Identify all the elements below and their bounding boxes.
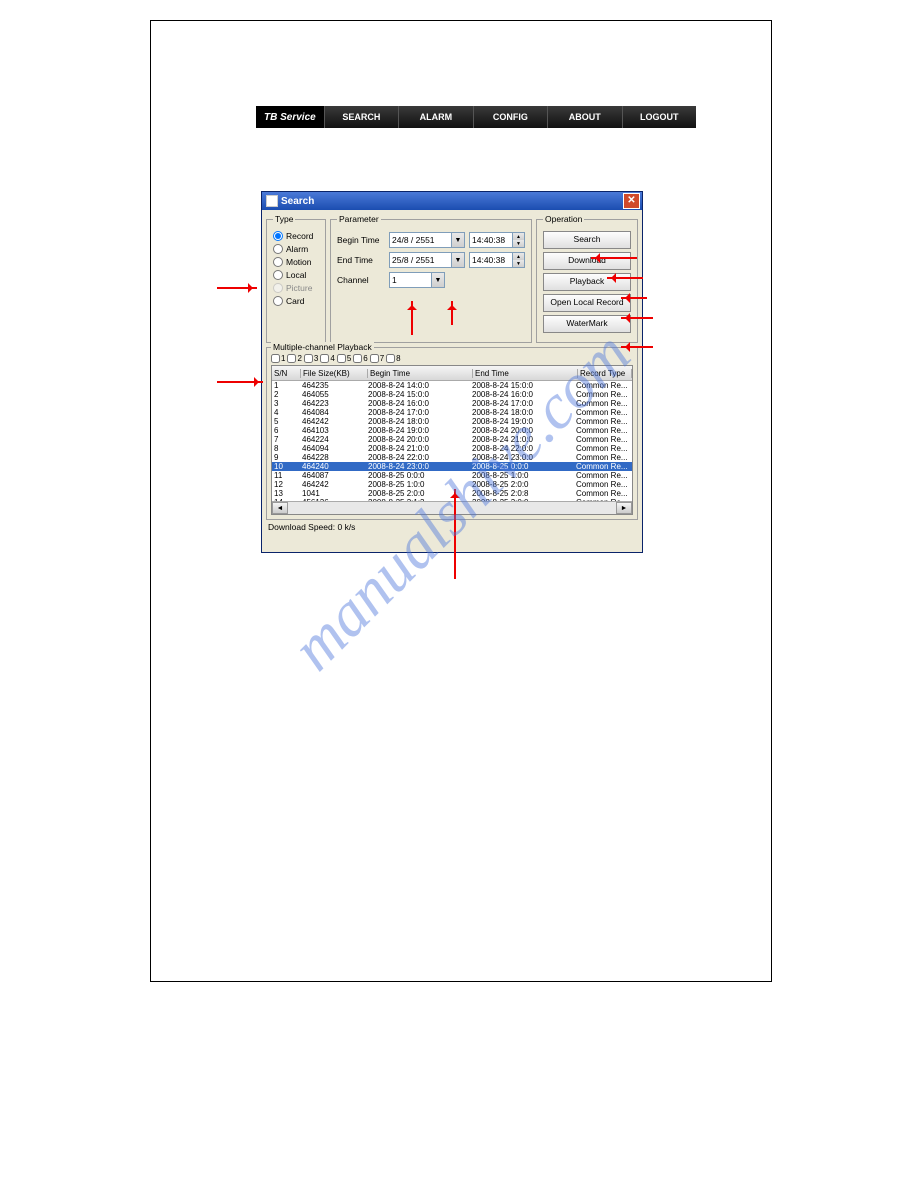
table-row[interactable]: 14642352008-8-24 14:0:02008-8-24 15:0:0C… [272, 381, 632, 390]
download-button[interactable]: Download [543, 252, 631, 270]
table-row[interactable]: 84640942008-8-24 21:0:02008-8-24 22:0:0C… [272, 444, 632, 453]
brand-logo: TB Service [256, 106, 324, 128]
annotation-arrow [217, 287, 257, 289]
table-row[interactable]: 64641032008-8-24 19:0:02008-8-24 20:0:0C… [272, 426, 632, 435]
table-row[interactable]: 1310412008-8-25 2:0:02008-8-25 2:0:8Comm… [272, 489, 632, 498]
spin-down-icon[interactable]: ▼ [512, 260, 524, 267]
table-row[interactable]: 104642402008-8-24 23:0:02008-8-25 0:0:0C… [272, 462, 632, 471]
playback-button[interactable]: Playback [543, 273, 631, 291]
scroll-left-icon[interactable]: ◄ [272, 502, 288, 514]
grid-header[interactable]: S/N File Size(KB) Begin Time End Time Re… [272, 366, 632, 381]
spin-up-icon[interactable]: ▲ [512, 253, 524, 260]
col-type[interactable]: Record Type [578, 369, 632, 378]
channel-label: Channel [337, 275, 385, 285]
col-end[interactable]: End Time [473, 369, 578, 378]
nav-search[interactable]: SEARCH [324, 106, 398, 128]
table-row[interactable]: 34642232008-8-24 16:0:02008-8-24 17:0:0C… [272, 399, 632, 408]
multiple-channel-playback-group: Multiple-channel Playback 12345678 S/N F… [266, 347, 638, 520]
watermark-button[interactable]: WaterMark [543, 315, 631, 333]
annotation-arrow [217, 381, 263, 383]
chevron-down-icon[interactable]: ▼ [451, 253, 464, 267]
search-button[interactable]: Search [543, 231, 631, 249]
type-card[interactable]: Card [273, 296, 319, 306]
mcp-channel-checkbox[interactable]: 5 [337, 354, 351, 363]
end-time-label: End Time [337, 255, 385, 265]
operation-legend: Operation [543, 214, 584, 224]
mcp-channel-checkbox[interactable]: 4 [320, 354, 334, 363]
operation-group: Operation Search Download Playback Open … [536, 214, 638, 343]
spin-up-icon[interactable]: ▲ [512, 233, 524, 240]
window-icon [266, 195, 278, 207]
table-row[interactable]: 124642422008-8-25 1:0:02008-8-25 2:0:0Co… [272, 480, 632, 489]
mcp-channel-checkbox[interactable]: 2 [287, 354, 301, 363]
mcp-channel-checkbox[interactable]: 1 [271, 354, 285, 363]
table-row[interactable]: 54642422008-8-24 18:0:02008-8-24 19:0:0C… [272, 417, 632, 426]
table-row[interactable]: 74642242008-8-24 20:0:02008-8-24 21:0:0C… [272, 435, 632, 444]
channel-combo[interactable]: 1▼ [389, 272, 445, 288]
mcp-legend: Multiple-channel Playback [271, 342, 374, 352]
dialog-title: Search [281, 196, 314, 207]
close-icon[interactable]: ✕ [623, 193, 640, 209]
horizontal-scrollbar[interactable]: ◄ ► [272, 501, 632, 514]
status-footer: Download Speed: 0 k/s [262, 520, 642, 534]
type-legend: Type [273, 214, 295, 224]
mcp-channel-checkbox[interactable]: 6 [353, 354, 367, 363]
nav-about[interactable]: ABOUT [547, 106, 621, 128]
chevron-down-icon[interactable]: ▼ [431, 273, 444, 287]
chevron-down-icon[interactable]: ▼ [451, 233, 464, 247]
search-dialog: Search ✕ Type Record Alarm Motion Local … [261, 191, 643, 553]
spin-down-icon[interactable]: ▼ [512, 240, 524, 247]
type-record[interactable]: Record [273, 231, 319, 241]
begin-time-label: Begin Time [337, 235, 385, 245]
nav-config[interactable]: CONFIG [473, 106, 547, 128]
mcp-channel-checkbox[interactable]: 8 [386, 354, 400, 363]
type-motion[interactable]: Motion [273, 257, 319, 267]
download-speed-label: Download Speed: [268, 522, 335, 532]
parameter-legend: Parameter [337, 214, 381, 224]
table-row[interactable]: 44640842008-8-24 17:0:02008-8-24 18:0:0C… [272, 408, 632, 417]
results-grid[interactable]: S/N File Size(KB) Begin Time End Time Re… [271, 365, 633, 515]
parameter-group: Parameter Begin Time 24/8 / 2551▼ 14:40:… [330, 214, 532, 343]
dialog-titlebar[interactable]: Search ✕ [262, 192, 642, 210]
table-row[interactable]: 114640872008-8-25 0:0:02008-8-25 1:0:0Co… [272, 471, 632, 480]
nav-alarm[interactable]: ALARM [398, 106, 472, 128]
col-begin[interactable]: Begin Time [368, 369, 473, 378]
type-group: Type Record Alarm Motion Local Picture C… [266, 214, 326, 343]
col-sn[interactable]: S/N [272, 369, 301, 378]
mcp-channel-checkbox[interactable]: 3 [304, 354, 318, 363]
nav-logout[interactable]: LOGOUT [622, 106, 696, 128]
scroll-right-icon[interactable]: ► [616, 502, 632, 514]
type-local[interactable]: Local [273, 270, 319, 280]
download-speed-value: 0 k/s [337, 522, 355, 532]
top-navbar: TB Service SEARCH ALARM CONFIG ABOUT LOG… [256, 106, 696, 128]
type-picture: Picture [273, 283, 319, 293]
table-row[interactable]: 24640552008-8-24 15:0:02008-8-24 16:0:0C… [272, 390, 632, 399]
end-date-combo[interactable]: 25/8 / 2551▼ [389, 252, 465, 268]
table-row[interactable]: 94642282008-8-24 22:0:02008-8-24 23:0:0C… [272, 453, 632, 462]
begin-time-spinner[interactable]: 14:40:38 ▲▼ [469, 232, 525, 248]
begin-date-combo[interactable]: 24/8 / 2551▼ [389, 232, 465, 248]
open-local-record-button[interactable]: Open Local Record [543, 294, 631, 312]
mcp-channel-checkbox[interactable]: 7 [370, 354, 384, 363]
col-size[interactable]: File Size(KB) [301, 369, 368, 378]
type-alarm[interactable]: Alarm [273, 244, 319, 254]
end-time-spinner[interactable]: 14:40:38 ▲▼ [469, 252, 525, 268]
